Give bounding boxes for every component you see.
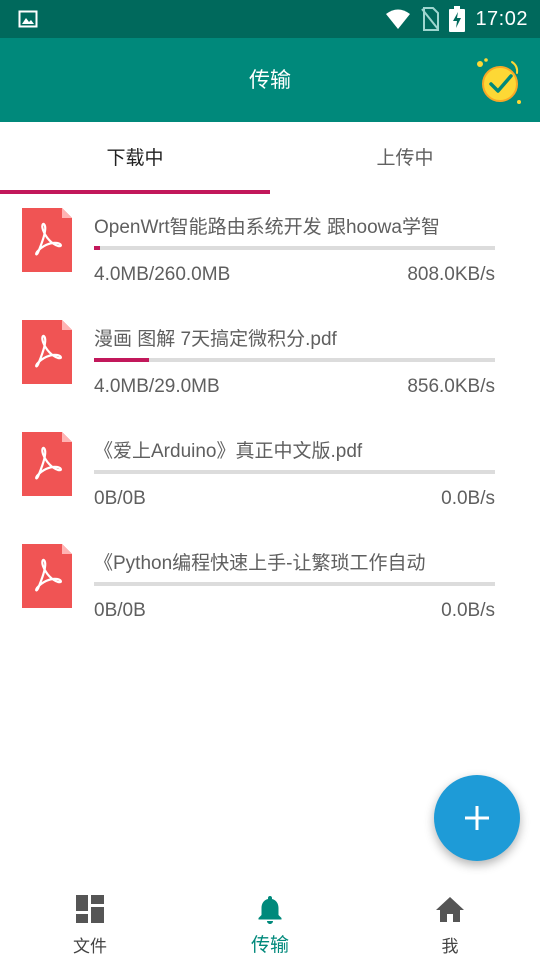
- app-bar: 传输: [0, 38, 540, 122]
- status-bar: 17:02: [0, 0, 540, 38]
- image-notification-icon: [18, 10, 38, 28]
- plus-icon: [465, 806, 489, 830]
- file-size: 0B/0B: [94, 600, 146, 621]
- nav-transfer-label: 传输: [250, 934, 289, 956]
- no-sim-icon: [421, 7, 440, 31]
- list-item[interactable]: 《爱上Arduino》真正中文版.pdf 0B/0B 0.0B/s: [0, 418, 540, 530]
- file-name: 《Python编程快速上手-让繁琐工作自动: [94, 553, 426, 574]
- file-size: 4.0MB/29.0MB: [94, 376, 220, 397]
- tab-downloading[interactable]: 下载中: [0, 122, 270, 194]
- pdf-file-icon: [22, 208, 72, 272]
- download-progress-bar: [94, 358, 495, 362]
- wifi-icon: [386, 9, 411, 29]
- tab-uploading[interactable]: 上传中: [270, 122, 540, 194]
- download-progress-bar: [94, 470, 495, 474]
- bell-icon: [258, 896, 282, 924]
- file-name: 《爱上Arduino》真正中文版.pdf: [94, 441, 363, 462]
- pdf-file-icon: [22, 320, 72, 384]
- list-item[interactable]: 漫画 图解 7天搞定微积分.pdf 4.0MB/29.0MB 856.0KB/s: [0, 306, 540, 418]
- status-time: 17:02: [475, 7, 528, 30]
- sign-in-check-icon[interactable]: [472, 54, 528, 110]
- pdf-file-icon: [22, 432, 72, 496]
- transfer-tabs: 下载中 上传中: [0, 122, 540, 194]
- file-name: OpenWrt智能路由系统开发 跟hoowa学智: [94, 217, 440, 238]
- nav-me[interactable]: 我: [360, 880, 540, 960]
- list-item[interactable]: 《Python编程快速上手-让繁琐工作自动 0B/0B 0.0B/s: [0, 530, 540, 642]
- download-list: OpenWrt智能路由系统开发 跟hoowa学智 4.0MB/260.0MB 8…: [0, 194, 540, 642]
- nav-files-label: 文件: [73, 937, 107, 957]
- battery-charging-icon: [449, 6, 466, 32]
- download-speed: 0.0B/s: [441, 600, 495, 621]
- nav-me-label: 我: [441, 937, 459, 957]
- file-size: 0B/0B: [94, 488, 146, 509]
- list-item[interactable]: OpenWrt智能路由系统开发 跟hoowa学智 4.0MB/260.0MB 8…: [0, 194, 540, 306]
- dashboard-icon: [76, 895, 104, 923]
- bottom-navigation: 文件 传输 我: [0, 880, 540, 960]
- download-speed: 808.0KB/s: [407, 264, 495, 285]
- file-name: 漫画 图解 7天搞定微积分.pdf: [94, 329, 337, 350]
- download-progress-bar: [94, 582, 495, 586]
- download-speed: 856.0KB/s: [407, 376, 495, 397]
- download-speed: 0.0B/s: [441, 488, 495, 509]
- download-progress-bar: [94, 246, 495, 250]
- pdf-file-icon: [22, 544, 72, 608]
- home-icon: [436, 897, 464, 922]
- nav-files[interactable]: 文件: [0, 880, 180, 960]
- file-size: 4.0MB/260.0MB: [94, 264, 231, 285]
- add-button[interactable]: [434, 775, 520, 861]
- nav-transfer[interactable]: 传输: [180, 880, 360, 960]
- page-title: 传输: [249, 68, 291, 92]
